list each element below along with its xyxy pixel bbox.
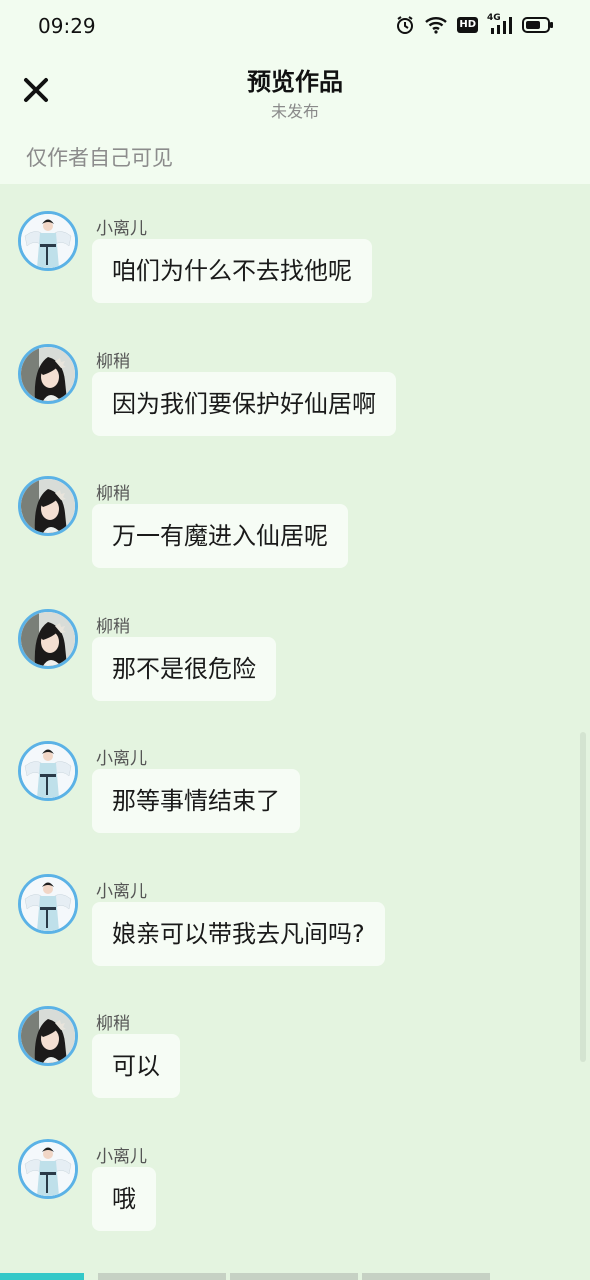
avatar[interactable] bbox=[18, 343, 78, 404]
avatar[interactable] bbox=[18, 1006, 78, 1066]
sender-name: 小离儿 bbox=[96, 749, 147, 769]
hd-icon: HD bbox=[457, 17, 478, 33]
sender-name: 柳稍 bbox=[96, 484, 130, 504]
chat-list[interactable]: 小离儿 咱们为什么不去找他呢 柳稍 因为我们要保护好仙居啊 柳稍 万一有魔进入仙居呢 … bbox=[0, 184, 590, 1264]
header: 预览作品 未发布 仅作者自己可见 bbox=[0, 52, 590, 184]
chat-message: 柳稍 因为我们要保护好仙居啊 bbox=[0, 317, 590, 436]
page-title: 预览作品 bbox=[247, 68, 343, 96]
chat-message: 小离儿 咱们为什么不去找他呢 bbox=[0, 184, 590, 303]
publish-status: 未发布 bbox=[270, 102, 319, 121]
message-bubble[interactable]: 那等事情结束了 bbox=[92, 769, 300, 833]
chat-message: 小离儿哦 bbox=[0, 1112, 590, 1231]
message-bubble[interactable]: 那不是很危险 bbox=[92, 636, 276, 701]
chat-message: 小离儿 娘亲可以带我去凡间吗? bbox=[0, 847, 590, 966]
message-bubble[interactable]: 因为我们要保护好仙居啊 bbox=[92, 371, 396, 436]
chat-message: 小离儿 那等事情结束了 bbox=[0, 714, 590, 833]
chat-message: 柳稍 万一有魔进入仙居呢 bbox=[0, 449, 590, 568]
avatar[interactable] bbox=[18, 873, 78, 934]
sender-name: 小离儿 bbox=[96, 1146, 147, 1167]
message-bubble[interactable]: 咱们为什么不去找他呢 bbox=[92, 239, 372, 303]
avatar[interactable] bbox=[18, 476, 78, 536]
visibility-note: 仅作者自己可见 bbox=[26, 146, 173, 170]
sender-name: 柳稍 bbox=[96, 1014, 130, 1034]
chat-message: 柳稍 那不是很危险 bbox=[0, 582, 590, 701]
avatar[interactable] bbox=[18, 741, 78, 801]
message-bubble[interactable]: 可以 bbox=[92, 1034, 180, 1098]
scrollbar[interactable] bbox=[580, 732, 586, 1062]
message-bubble[interactable]: 娘亲可以带我去凡间吗? bbox=[92, 901, 385, 966]
status-icons: HD 4G bbox=[395, 13, 554, 35]
chat-message: 柳稍 可以 bbox=[0, 979, 590, 1098]
tab-indicator-3[interactable] bbox=[230, 1273, 358, 1280]
tab-indicator-1[interactable] bbox=[0, 1273, 84, 1280]
wifi-icon bbox=[424, 16, 448, 34]
avatar[interactable] bbox=[18, 211, 78, 271]
sender-name: 柳稍 bbox=[96, 351, 130, 372]
sender-name: 柳稍 bbox=[96, 616, 130, 637]
signal-4g-icon: 4G bbox=[487, 13, 513, 35]
bottom-tab-bar bbox=[0, 1273, 590, 1280]
message-bubble[interactable]: 哦 bbox=[92, 1166, 156, 1231]
avatar[interactable] bbox=[18, 1138, 78, 1199]
avatar[interactable] bbox=[18, 608, 78, 669]
tab-indicator-4[interactable] bbox=[362, 1273, 490, 1280]
tab-indicator-2[interactable] bbox=[98, 1273, 226, 1280]
sender-name: 小离儿 bbox=[96, 881, 147, 902]
message-bubble[interactable]: 万一有魔进入仙居呢 bbox=[92, 504, 348, 568]
status-time: 09:29 bbox=[38, 14, 96, 38]
alarm-icon bbox=[395, 15, 415, 35]
battery-icon bbox=[522, 16, 554, 34]
sender-name: 小离儿 bbox=[96, 219, 147, 239]
status-bar: 09:29 HD 4G bbox=[0, 0, 590, 52]
